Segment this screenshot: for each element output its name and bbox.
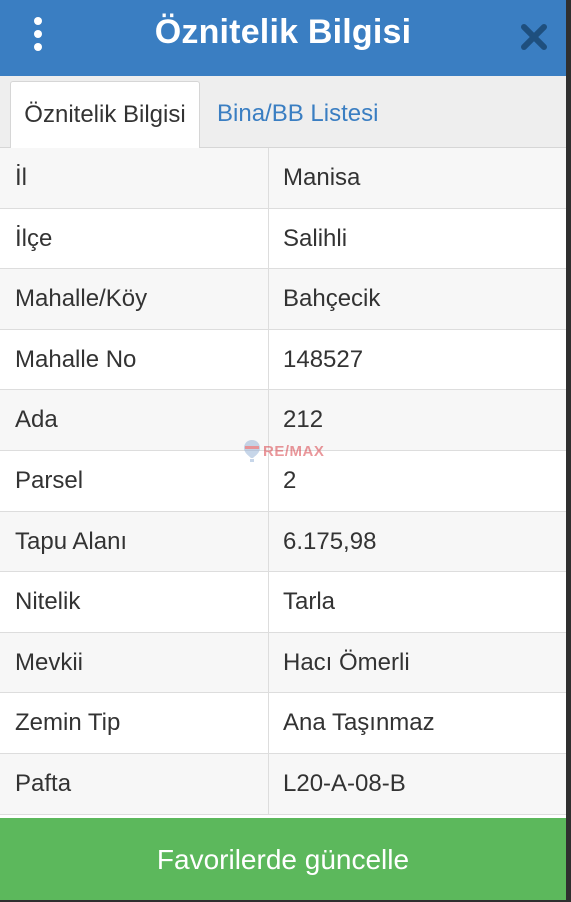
close-button[interactable] xyxy=(518,20,550,54)
column-divider xyxy=(268,329,269,390)
column-divider xyxy=(268,511,269,572)
table-row: Zemin Tip Ana Taşınmaz xyxy=(0,693,566,754)
table-row: Mahalle/Köy Bahçecik xyxy=(0,269,566,330)
row-label: İlçe xyxy=(15,224,53,252)
row-value: Salihli xyxy=(283,224,348,252)
row-label: Mahalle No xyxy=(15,345,137,373)
header-bar: Öznitelik Bilgisi xyxy=(0,0,566,76)
row-label: Mahalle/Köy xyxy=(15,285,148,313)
column-divider xyxy=(268,269,269,329)
column-divider xyxy=(268,390,269,450)
column-divider xyxy=(268,208,269,269)
row-label: Pafta xyxy=(15,769,72,797)
row-value: Bahçecik xyxy=(283,285,381,313)
table-row: Nitelik Tarla xyxy=(0,572,566,633)
kebab-menu-icon xyxy=(34,43,42,51)
attribute-info-panel: Öznitelik Bilgisi Öznitelik Bilgisi Bina… xyxy=(0,0,566,900)
row-value: Ana Taşınmaz xyxy=(283,709,435,737)
table-row: Mahalle No 148527 xyxy=(0,329,566,391)
row-label: Tapu Alanı xyxy=(15,527,128,555)
page-title: Öznitelik Bilgisi xyxy=(154,13,412,51)
tab-bar: Öznitelik Bilgisi Bina/BB Listesi xyxy=(0,76,566,149)
row-label: Nitelik xyxy=(15,588,81,616)
row-value: L20-A-08-B xyxy=(283,769,406,797)
row-value: 148527 xyxy=(283,345,364,373)
row-label: Mevkii xyxy=(15,648,84,676)
kebab-menu-icon xyxy=(34,17,42,25)
tab-attribute-info[interactable]: Öznitelik Bilgisi xyxy=(10,81,200,149)
menu-button[interactable] xyxy=(22,12,54,56)
table-row: Mevkii Hacı Ömerli xyxy=(0,632,566,694)
table-row: Tapu Alanı 6.175,98 xyxy=(0,511,566,573)
column-divider xyxy=(268,572,269,632)
row-label: Ada xyxy=(15,406,58,434)
kebab-menu-icon xyxy=(34,30,42,38)
table-row: İlçe Salihli xyxy=(0,208,566,270)
row-value: Manisa xyxy=(283,164,361,191)
column-divider xyxy=(268,753,269,814)
table-row: Pafta L20-A-08-B xyxy=(0,753,566,815)
row-label: Zemin Tip xyxy=(15,709,121,737)
close-icon xyxy=(521,24,547,50)
row-value: 6.175,98 xyxy=(283,527,377,555)
row-value: Hacı Ömerli xyxy=(283,648,410,676)
column-divider xyxy=(268,632,269,693)
column-divider xyxy=(268,148,269,208)
row-label: Parsel xyxy=(15,466,84,494)
attribute-table: İl Manisa İlçe Salihli Mahalle/Köy Bahçe… xyxy=(0,148,566,815)
row-label: İl xyxy=(15,164,27,191)
table-row: Parsel 2 xyxy=(0,450,566,512)
column-divider xyxy=(268,450,269,511)
tab-building-list[interactable]: Bina/BB Listesi xyxy=(217,81,417,148)
table-row: İl Manisa xyxy=(0,148,566,209)
row-value: Tarla xyxy=(283,588,336,616)
row-value: 2 xyxy=(283,466,297,494)
table-row: Ada 212 xyxy=(0,390,566,451)
update-favorites-button[interactable]: Favorilerde güncelle xyxy=(0,818,566,900)
row-value: 212 xyxy=(283,406,324,434)
column-divider xyxy=(268,693,269,753)
